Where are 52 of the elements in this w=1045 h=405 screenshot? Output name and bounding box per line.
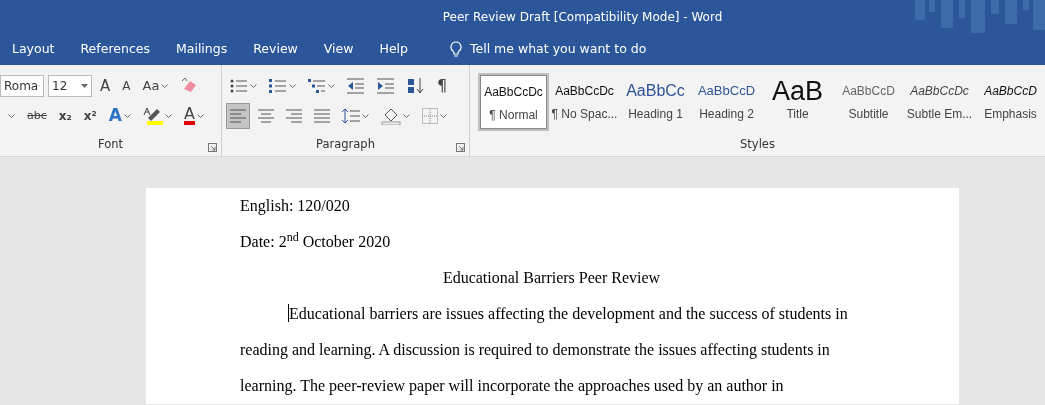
- group-label: Styles: [739, 135, 776, 153]
- show-marks-button[interactable]: ¶: [433, 73, 452, 99]
- document-text: Educational barriers are issues affecting the development and the success of students in reading and learning. A discussion is required to demonstrate the issues affecting students in learning. The peer-review paper will incorporate the approaches used by an author in: [240, 303, 849, 397]
- align-center-icon: [258, 109, 274, 123]
- style-gallery-item[interactable]: AaB Title: [762, 73, 833, 131]
- style-gallery-item[interactable]: AaBbCcDc Subtle Em...: [904, 73, 975, 131]
- document-text: Educational Barriers Peer Review: [441, 268, 662, 288]
- ribbon-tab[interactable]: Review: [253, 39, 311, 59]
- numbered-list-icon: [269, 78, 287, 94]
- style-gallery-item[interactable]: AaBbCc Heading 1: [620, 73, 691, 131]
- font-size-decrease-button[interactable]: A: [118, 73, 135, 99]
- group-label: Paragraph: [315, 135, 376, 153]
- borders-icon: [422, 108, 438, 124]
- ribbon-tab[interactable]: Mailings: [175, 39, 241, 59]
- justify-icon: [314, 109, 330, 123]
- group-label: Font: [96, 135, 124, 153]
- dialog-launcher-icon[interactable]: [456, 143, 465, 152]
- document-text: Date: 2$^{nd}$ October 2020: [240, 229, 392, 252]
- eraser-icon: [180, 77, 199, 95]
- font-name-combo[interactable]: Roma: [0, 75, 44, 97]
- font-size-increase-button[interactable]: A: [96, 73, 115, 99]
- lightbulb-icon: [450, 40, 462, 58]
- style-gallery-item[interactable]: AaBbCcDc ¶ Normal: [478, 73, 549, 131]
- align-left-icon: [230, 109, 246, 123]
- strikethrough-button[interactable]: abc: [23, 103, 51, 129]
- ribbon-tab[interactable]: Layout: [12, 39, 68, 59]
- multilevel-list-icon: [308, 78, 326, 94]
- font-color-button[interactable]: A: [179, 103, 208, 129]
- change-case-button[interactable]: Aa: [138, 73, 173, 99]
- ribbon-tab[interactable]: References: [80, 39, 163, 59]
- dialog-launcher-icon[interactable]: [208, 143, 217, 152]
- line-spacing-icon: [342, 108, 360, 124]
- decrease-indent-icon: [347, 78, 365, 94]
- style-gallery-item[interactable]: AaBbCcD Heading 2: [691, 73, 762, 131]
- ribbon-tab[interactable]: Help: [379, 39, 421, 59]
- sort-icon: [407, 77, 425, 95]
- align-right-icon: [286, 109, 302, 123]
- increase-indent-icon: [377, 78, 395, 94]
- dropdown-arrow-icon: [81, 84, 88, 88]
- font-size-combo[interactable]: 12: [48, 75, 92, 97]
- style-gallery-item[interactable]: AaBbCcD Emphasis: [975, 73, 1045, 131]
- document-text: English: 120/020: [240, 196, 351, 217]
- subscript-button[interactable]: x₂: [54, 103, 76, 129]
- bullets-icon: [230, 78, 248, 94]
- text-effects-button[interactable]: A: [104, 103, 135, 129]
- window-title: Peer Review Draft [Compatibility Mode] - Word: [442, 8, 723, 26]
- ribbon-tab[interactable]: View: [323, 39, 367, 59]
- paint-bucket-icon: [381, 107, 401, 125]
- style-gallery-item[interactable]: AaBbCcD Subtitle: [833, 73, 904, 131]
- tell-me-search[interactable]: Tell me what you want to do: [450, 39, 647, 59]
- style-gallery-item[interactable]: AaBbCcDc ¶ No Spac...: [549, 73, 620, 131]
- superscript-button[interactable]: x²: [79, 103, 101, 129]
